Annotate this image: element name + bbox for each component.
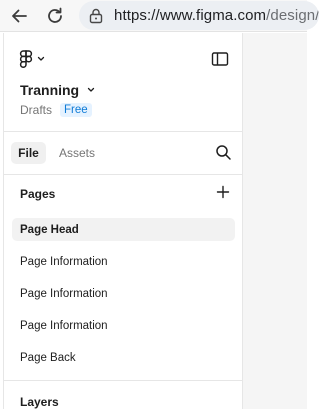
layers-section-title: Layers: [20, 395, 59, 409]
browser-toolbar: https://www.figma.com/design/: [0, 0, 319, 32]
divider: [4, 174, 243, 175]
file-name-menu[interactable]: Tranning: [20, 82, 95, 98]
sidebar-toggle-button[interactable]: [211, 51, 229, 67]
figma-logo-icon: [19, 50, 33, 68]
url-text: https://www.figma.com/design/: [114, 7, 319, 24]
reload-button[interactable]: [43, 4, 67, 28]
sidebar-toggle-icon: [211, 52, 229, 66]
page-item[interactable]: Page Information: [12, 282, 235, 305]
search-button[interactable]: [215, 144, 232, 161]
search-icon: [216, 145, 231, 160]
back-button[interactable]: [7, 4, 31, 28]
address-bar[interactable]: https://www.figma.com/design/: [79, 1, 319, 30]
tab-assets[interactable]: Assets: [53, 142, 101, 164]
add-page-button[interactable]: [215, 184, 231, 200]
page-item[interactable]: Page Head: [12, 218, 235, 241]
chevron-down-icon: [37, 56, 45, 61]
drafts-link[interactable]: Drafts: [20, 103, 52, 117]
divider: [4, 131, 243, 132]
page-item[interactable]: Page Back: [12, 346, 235, 369]
design-canvas[interactable]: [243, 33, 307, 409]
url-path: /design/: [266, 7, 319, 24]
file-meta: Drafts Free: [20, 103, 92, 117]
reload-icon: [48, 7, 62, 23]
pages-section-title: Pages: [20, 187, 56, 201]
plus-icon: [216, 185, 230, 199]
arrow-left-icon: [12, 9, 27, 23]
page-item[interactable]: Page Information: [12, 250, 235, 273]
main-menu-button[interactable]: [19, 50, 45, 68]
left-sidebar: Tranning Drafts Free File Assets Pages P…: [3, 33, 243, 409]
url-host: https://www.figma.com: [114, 7, 267, 24]
tab-file[interactable]: File: [11, 142, 46, 164]
chevron-down-icon: [87, 87, 95, 92]
plan-badge: Free: [60, 103, 92, 117]
site-info-icon[interactable]: [88, 8, 104, 24]
page-item[interactable]: Page Information: [12, 314, 235, 337]
file-title: Tranning: [20, 82, 80, 98]
divider: [4, 380, 243, 381]
